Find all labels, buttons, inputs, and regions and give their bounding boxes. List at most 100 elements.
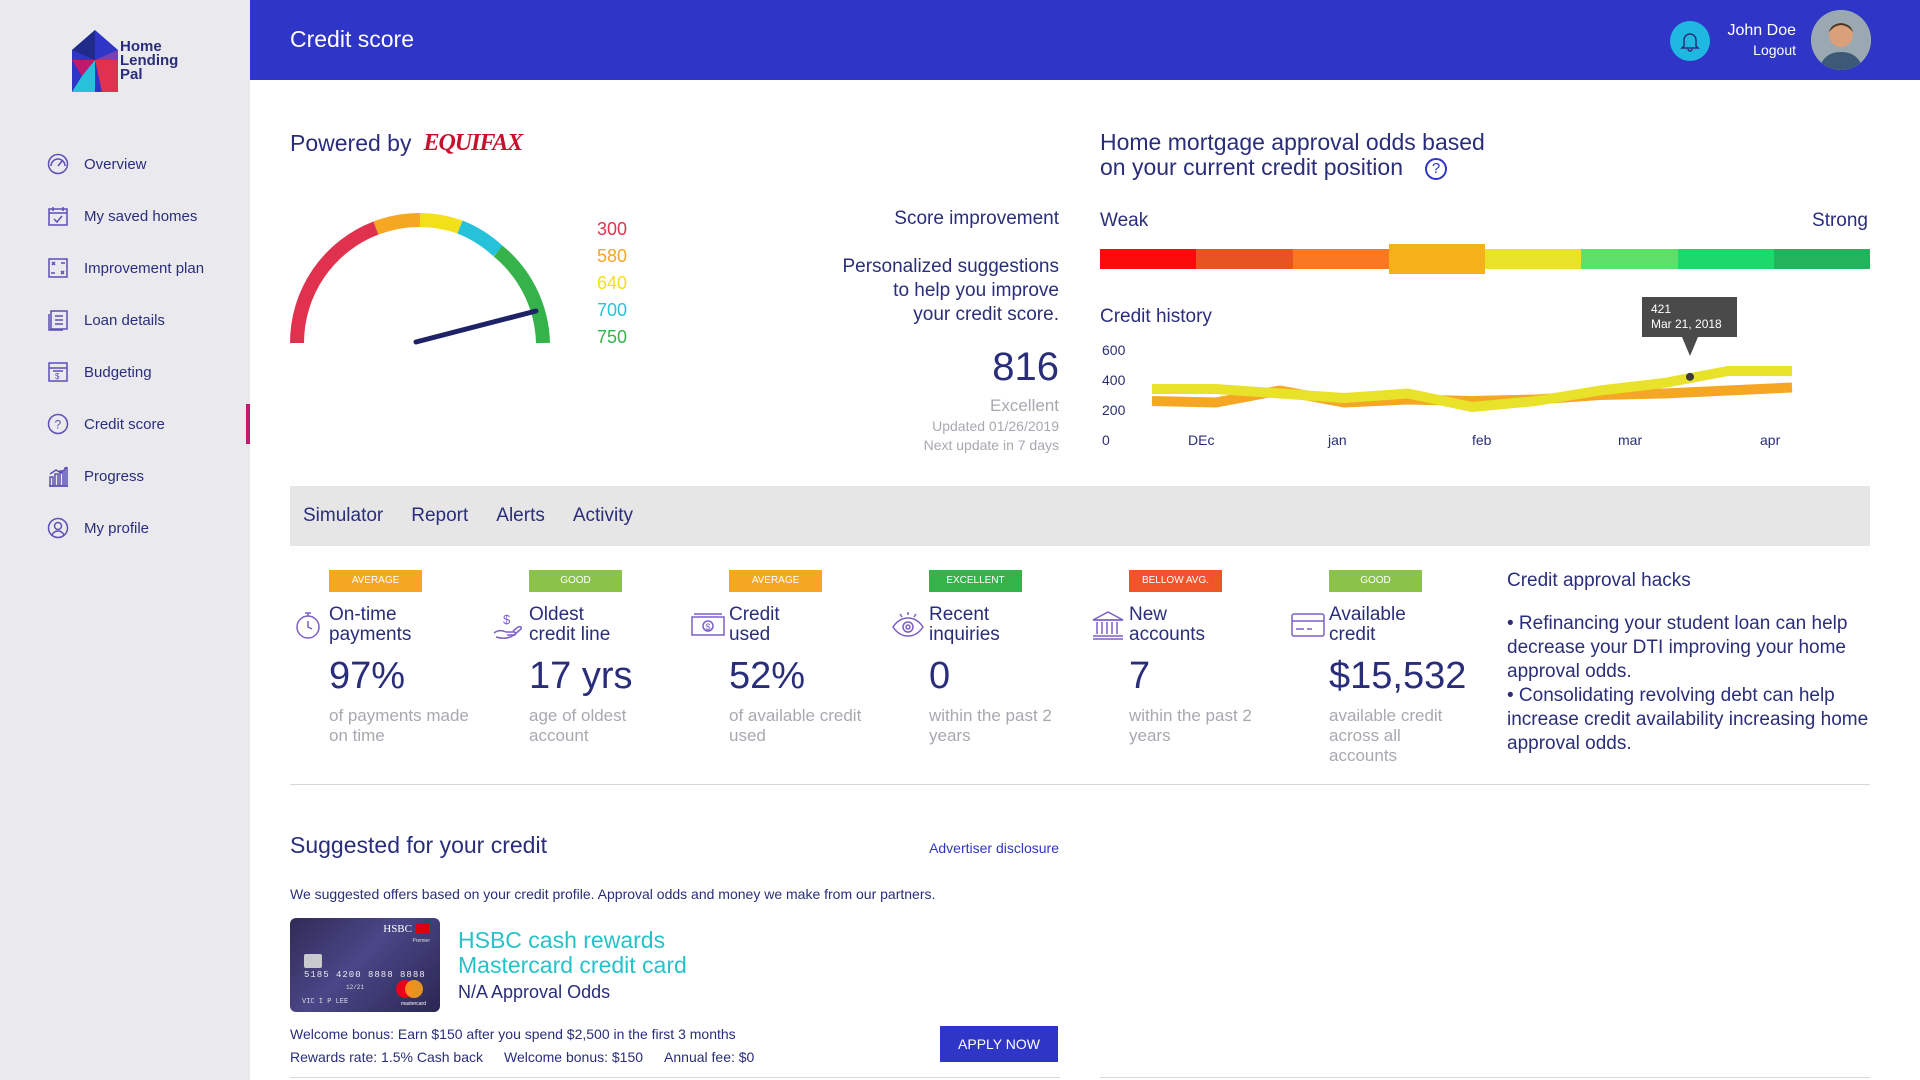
- score-improvement-label: Score improvement: [894, 208, 1059, 229]
- hacks-title: Credit approval hacks: [1507, 570, 1691, 591]
- section-divider: [290, 784, 1870, 785]
- metric-label-1: Available: [1329, 604, 1406, 625]
- calendar-check-icon: [46, 204, 70, 228]
- mastercard-logo-icon: [396, 980, 423, 998]
- notifications-button[interactable]: [1670, 21, 1710, 61]
- tab-report[interactable]: Report: [411, 505, 468, 527]
- help-icon[interactable]: ?: [1425, 157, 1447, 180]
- sidebar-item-saved-homes[interactable]: My saved homes: [0, 190, 250, 242]
- bar-chart-icon: [46, 464, 70, 488]
- x-tick-label: feb: [1472, 432, 1492, 448]
- advertiser-disclosure-link[interactable]: Advertiser disclosure: [929, 840, 1059, 856]
- score-suggestions: Personalized suggestions to help you imp…: [759, 255, 1059, 327]
- metric-description: of available credit used: [729, 706, 862, 745]
- metric-recent-inquiries: EXCELLENT Recent inquiries 0 within the …: [890, 570, 1080, 746]
- hand-money-icon: $: [490, 607, 526, 643]
- card-title-line-1: HSBC cash rewards: [458, 927, 666, 953]
- y-tick-label: 0: [1102, 432, 1110, 448]
- y-tick-label: 200: [1102, 402, 1126, 418]
- metric-value: 7: [1129, 655, 1151, 697]
- avatar[interactable]: [1811, 10, 1871, 70]
- credit-history-chart: 600 400 200 0 DEc jan feb mar apr 421Mar 21, 2018: [1102, 297, 1793, 448]
- odds-weak-label: Weak: [1100, 210, 1149, 231]
- gauge-segment-excellent: [493, 245, 550, 344]
- status-badge: AVERAGE: [329, 570, 422, 592]
- metric-description: available credit across all accounts: [1329, 706, 1443, 765]
- suggestions-line-3: your credit score.: [913, 304, 1059, 325]
- card-approval-odds: N/A Approval Odds: [458, 982, 611, 1002]
- card-title-line-2: Mastercard credit card: [458, 952, 687, 978]
- logout-link[interactable]: Logout: [1753, 42, 1796, 58]
- sidebar-item-my-profile[interactable]: My profile: [0, 502, 250, 554]
- tab-alerts[interactable]: Alerts: [496, 505, 545, 527]
- gauge-icon: [46, 152, 70, 176]
- card-tier: Premier: [412, 938, 430, 944]
- card-welcome-bonus: Welcome bonus: $150: [503, 1049, 644, 1065]
- sidebar-item-label: Credit score: [84, 415, 165, 433]
- sidebar-item-progress[interactable]: Progress: [0, 450, 250, 502]
- suggestions-line-2: to help you improve: [893, 280, 1059, 301]
- card-bank-name: HSBC: [383, 923, 412, 935]
- tab-simulator[interactable]: Simulator: [303, 505, 383, 527]
- x-tick-label: mar: [1618, 432, 1642, 448]
- x-tick-label: DEc: [1188, 432, 1214, 448]
- tab-activity[interactable]: Activity: [573, 505, 633, 527]
- apply-now-button[interactable]: APPLY NOW: [940, 1026, 1058, 1062]
- metric-label-2: payments: [329, 624, 412, 645]
- metric-on-time-payments: AVERAGE On-time payments 97% of payments…: [290, 570, 480, 746]
- eye-icon: [890, 607, 926, 643]
- odds-title-line-2: on your current credit position: [1100, 154, 1403, 180]
- legend-300: 300: [597, 219, 628, 239]
- metric-description: age of oldest account: [529, 706, 627, 745]
- svg-text:$: $: [706, 622, 711, 632]
- sidebar: Home Lending Pal Overview My saved homes…: [0, 0, 250, 1080]
- metric-label-1: Credit: [729, 604, 780, 625]
- odds-title-line-1: Home mortgage approval odds based: [1100, 129, 1485, 155]
- sidebar-item-credit-score[interactable]: ? Credit score: [0, 398, 250, 450]
- tooltip-date: Mar 21, 2018: [1651, 317, 1722, 331]
- approval-odds-title: Home mortgage approval odds based on you…: [1100, 130, 1550, 180]
- user-circle-icon: [46, 516, 70, 540]
- metric-credit-used: AVERAGE $ Credit used 52% of available c…: [690, 570, 880, 746]
- sidebar-item-improvement-plan[interactable]: Improvement plan: [0, 242, 250, 294]
- legend-580: 580: [597, 246, 628, 266]
- legend-750: 750: [597, 327, 628, 347]
- credit-approval-hacks: Credit approval hacks • Refinancing your…: [1507, 570, 1877, 756]
- suggested-description: We suggested offers based on your credit…: [290, 886, 936, 902]
- sidebar-item-budgeting[interactable]: $ Budgeting: [0, 346, 250, 398]
- card-expiry: 12/21: [346, 984, 365, 991]
- x-tick-label: jan: [1327, 432, 1347, 448]
- card-holder: VIC I P LEE: [302, 998, 349, 1006]
- credit-score-gauge: [289, 212, 550, 345]
- sidebar-item-loan-details[interactable]: Loan details: [0, 294, 250, 346]
- status-badge: BELLOW AVG.: [1129, 570, 1222, 592]
- odds-segment: [1100, 249, 1197, 269]
- credit-card-image[interactable]: HSBC Premier 5185 4200 8888 8888 12/21 V…: [290, 918, 440, 1012]
- powered-by: Powered by EQUIFAX: [290, 130, 523, 157]
- odds-strong-label: Strong: [1812, 210, 1868, 231]
- metric-label-1: New: [1129, 604, 1168, 625]
- sidebar-item-overview[interactable]: Overview: [0, 138, 250, 190]
- metric-label-1: On-time: [329, 604, 397, 625]
- metric-value: 97%: [329, 655, 406, 697]
- metric-label-1: Oldest: [529, 604, 584, 625]
- odds-segment-current: [1388, 244, 1485, 274]
- odds-segment: [1196, 249, 1293, 269]
- equifax-logo: EQUIFAX: [423, 130, 523, 156]
- document-list-icon: [46, 308, 70, 332]
- section-divider: [290, 1077, 1060, 1078]
- gauge-legend: 300 580 640 700 750: [597, 216, 627, 351]
- legend-640: 640: [597, 273, 628, 293]
- card-offer-title[interactable]: HSBC cash rewards Mastercard credit card: [458, 928, 687, 978]
- card-rates: Rewards rate: 1.5% Cash back Welcome bon…: [290, 1049, 775, 1065]
- sidebar-item-label: Progress: [84, 467, 145, 485]
- metric-label-2: inquiries: [929, 624, 1000, 645]
- svg-text:$: $: [503, 612, 511, 627]
- metric-new-accounts: BELLOW AVG. New accounts 7 within the pa…: [1090, 570, 1280, 746]
- card-chip-icon: [304, 954, 322, 968]
- logo[interactable]: Home Lending Pal: [72, 30, 178, 92]
- card-number: 5185 4200 8888 8888: [304, 970, 426, 980]
- metric-value: $15,532: [1329, 655, 1467, 697]
- logo-house-icon: [72, 30, 118, 92]
- suggested-title: Suggested for your credit: [290, 832, 547, 858]
